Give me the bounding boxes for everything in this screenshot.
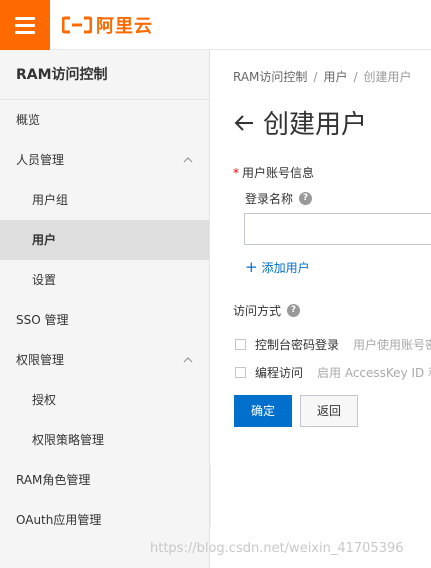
sidebar-item-label: 设置 <box>32 273 57 287</box>
watermark: https://blog.csdn.net/weixin_41705396 <box>150 541 404 556</box>
page-header: 创建用户 <box>233 104 367 141</box>
sidebar-item-label: SSO 管理 <box>16 313 69 327</box>
programmatic-access-checkbox[interactable] <box>235 367 246 378</box>
sidebar-item-oauth-apps[interactable]: OAuth应用管理 <box>0 500 209 540</box>
console-login-checkbox[interactable] <box>235 339 246 350</box>
add-user-text: 添加用户 <box>261 261 310 275</box>
sidebar-item-policies[interactable]: 权限策略管理 <box>0 420 209 460</box>
breadcrumb-ram[interactable]: RAM访问控制 <box>233 70 307 84</box>
sidebar-item-permission-management[interactable]: 权限管理 <box>0 340 209 380</box>
breadcrumb-separator: / <box>353 70 358 84</box>
access-section-label: 访问方式 ? <box>233 302 301 319</box>
sidebar-item-label: 概览 <box>16 113 41 127</box>
login-name-label: 登录名称 ? <box>245 190 313 207</box>
account-section-text: 用户账号信息 <box>242 166 315 180</box>
programmatic-access-hint: 启用 AccessKey ID 和 <box>317 366 431 380</box>
hamburger-menu-button[interactable] <box>0 0 50 50</box>
account-section-label: * 用户账号信息 <box>233 164 314 181</box>
sidebar: RAM访问控制 概览 人员管理 用户组 用户 设置 SSO 管理 权限管理 授权… <box>0 50 210 568</box>
sidebar-item-label: 权限管理 <box>16 353 65 367</box>
sidebar-item-sso[interactable]: SSO 管理 <box>0 300 209 340</box>
breadcrumb-create-user: 创建用户 <box>363 70 412 84</box>
page-title: 创建用户 <box>263 110 368 140</box>
menu-icon-line <box>15 23 35 27</box>
sidebar-item-label: 用户 <box>32 233 57 247</box>
sidebar-item-overview[interactable]: 概览 <box>0 100 209 140</box>
sidebar-item-identity-management[interactable]: 人员管理 <box>0 140 209 180</box>
chevron-up-icon <box>183 357 193 363</box>
brand-name: 阿里云 <box>96 16 153 37</box>
sidebar-item-label: 授权 <box>32 393 57 407</box>
help-icon[interactable]: ? <box>287 304 301 317</box>
programmatic-access-option[interactable]: 编程访问 启用 AccessKey ID 和 <box>235 364 431 381</box>
add-user-link[interactable]: + 添加用户 <box>245 258 310 276</box>
breadcrumb-users[interactable]: 用户 <box>323 70 347 84</box>
menu-icon-line <box>15 30 35 34</box>
aliyun-logo[interactable]: 阿里云 <box>62 13 153 37</box>
sidebar-item-settings[interactable]: 设置 <box>0 260 209 300</box>
required-marker: * <box>233 166 239 180</box>
console-login-hint: 用户使用账号密 <box>353 338 431 352</box>
sidebar-item-users[interactable]: 用户 <box>0 220 209 260</box>
console-login-label: 控制台密码登录 <box>255 338 340 352</box>
help-icon[interactable]: ? <box>299 192 313 205</box>
sidebar-item-groups[interactable]: 用户组 <box>0 180 209 220</box>
access-section-text: 访问方式 <box>233 304 282 318</box>
login-name-input[interactable] <box>244 213 431 245</box>
sidebar-item-label: 人员管理 <box>16 153 65 167</box>
sidebar-item-grants[interactable]: 授权 <box>0 380 209 420</box>
plus-icon: + <box>245 258 258 276</box>
back-arrow-icon[interactable] <box>233 112 255 134</box>
breadcrumb: RAM访问控制 / 用户 / 创建用户 <box>233 68 412 85</box>
aliyun-logo-icon <box>62 16 92 34</box>
chevron-up-icon <box>183 157 193 163</box>
programmatic-access-label: 编程访问 <box>255 366 304 380</box>
back-button[interactable]: 返回 <box>300 395 358 427</box>
ok-button[interactable]: 确定 <box>234 395 292 427</box>
sidebar-item-ram-roles[interactable]: RAM角色管理 <box>0 460 209 500</box>
breadcrumb-separator: / <box>313 70 318 84</box>
login-name-text: 登录名称 <box>245 192 294 206</box>
main-content: RAM访问控制 / 用户 / 创建用户 创建用户 * 用户账号信息 登录名称 ? + 添加用… <box>211 50 431 568</box>
sidebar-title: RAM访问控制 <box>0 50 209 100</box>
top-bar: 阿里云 <box>0 0 431 50</box>
menu-icon-line <box>15 16 35 20</box>
sidebar-item-label: OAuth应用管理 <box>16 513 102 527</box>
sidebar-item-label: 权限策略管理 <box>32 433 105 447</box>
sidebar-item-label: RAM角色管理 <box>16 473 91 487</box>
sidebar-item-label: 用户组 <box>32 193 69 207</box>
console-login-option[interactable]: 控制台密码登录 用户使用账号密 <box>235 336 431 353</box>
